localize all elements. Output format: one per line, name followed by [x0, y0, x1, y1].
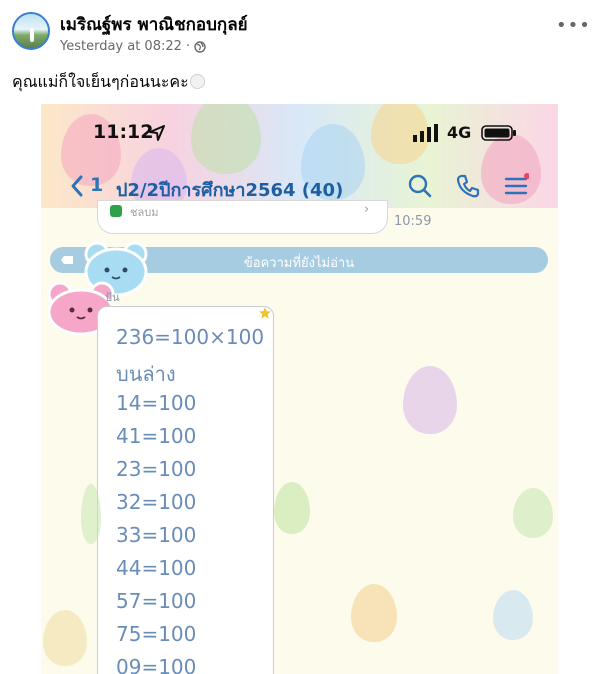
previous-message-preview: ชลบม: [130, 206, 159, 219]
post-meta: Yesterday at 08:22 ·: [60, 39, 206, 54]
message-line: 23=100: [116, 457, 197, 481]
phone-call-icon[interactable]: [455, 173, 481, 199]
back-unread-count[interactable]: 1: [90, 174, 103, 196]
previous-message-time: 10:59: [394, 214, 432, 229]
message-line: 75=100: [116, 622, 197, 646]
post-header: เมริณฐ์พร พาณิชกอบกุลย์ Yesterday at 08:…: [0, 0, 600, 62]
signal-strength-icon: [413, 124, 438, 142]
search-icon[interactable]: [407, 173, 433, 199]
network-type: 4G: [447, 123, 472, 142]
sender-name: ปัน: [105, 291, 120, 304]
chevron-right-icon: ›: [364, 202, 370, 217]
status-time: 11:12: [93, 121, 154, 143]
message-line: 14=100: [116, 391, 197, 415]
star-icon[interactable]: [258, 306, 272, 320]
post-caption: คุณแม่ก็ใจเย็นๆก่อนนะคะ: [12, 70, 205, 95]
chat-nav-bar: 1 ป2/2ปีการศึกษา2564 (40): [41, 170, 558, 204]
chat-screenshot: 11:12 4G 1 ป2/2ปีการศึกษา2564 (40) ชลบม …: [41, 104, 558, 674]
easter-egg-decoration: [43, 610, 87, 666]
easter-egg-decoration: [403, 366, 457, 434]
back-chevron-icon[interactable]: [69, 174, 85, 198]
message-line: 57=100: [116, 589, 197, 613]
easter-egg-decoration: [513, 488, 553, 538]
neutral-face-emoji-icon: [189, 74, 205, 89]
message-line: 33=100: [116, 523, 197, 547]
menu-icon[interactable]: [503, 173, 529, 199]
previous-message-bubble[interactable]: ชลบม ›: [97, 200, 388, 234]
message-line: 236=100×100: [116, 325, 265, 349]
location-arrow-icon: [149, 125, 165, 141]
caption-text: คุณแม่ก็ใจเย็นๆก่อนนะคะ: [12, 72, 189, 91]
app-icon: [110, 205, 122, 217]
post-timestamp[interactable]: Yesterday at 08:22: [60, 39, 182, 54]
status-bar: 11:12 4G: [41, 118, 558, 148]
meta-separator: ·: [185, 39, 191, 54]
message-line: 09=100: [116, 655, 197, 674]
message-line: 41=100: [116, 424, 197, 448]
globe-icon[interactable]: [194, 40, 206, 53]
message-line: 32=100: [116, 490, 197, 514]
more-options-icon[interactable]: •••: [556, 16, 590, 42]
message-line: 44=100: [116, 556, 197, 580]
easter-egg-decoration: [351, 584, 397, 642]
battery-icon: [481, 125, 516, 141]
author-name[interactable]: เมริณฐ์พร พาณิชกอบกุลย์: [60, 11, 248, 38]
message-bubble[interactable]: 236=100×100 บนล่าง 14=100 41=100 23=100 …: [97, 306, 274, 674]
easter-egg-decoration: [493, 590, 533, 640]
easter-egg-decoration: [81, 484, 101, 544]
easter-egg-decoration: [274, 482, 310, 534]
message-line: บนล่าง: [116, 362, 176, 386]
author-avatar[interactable]: [12, 12, 50, 50]
